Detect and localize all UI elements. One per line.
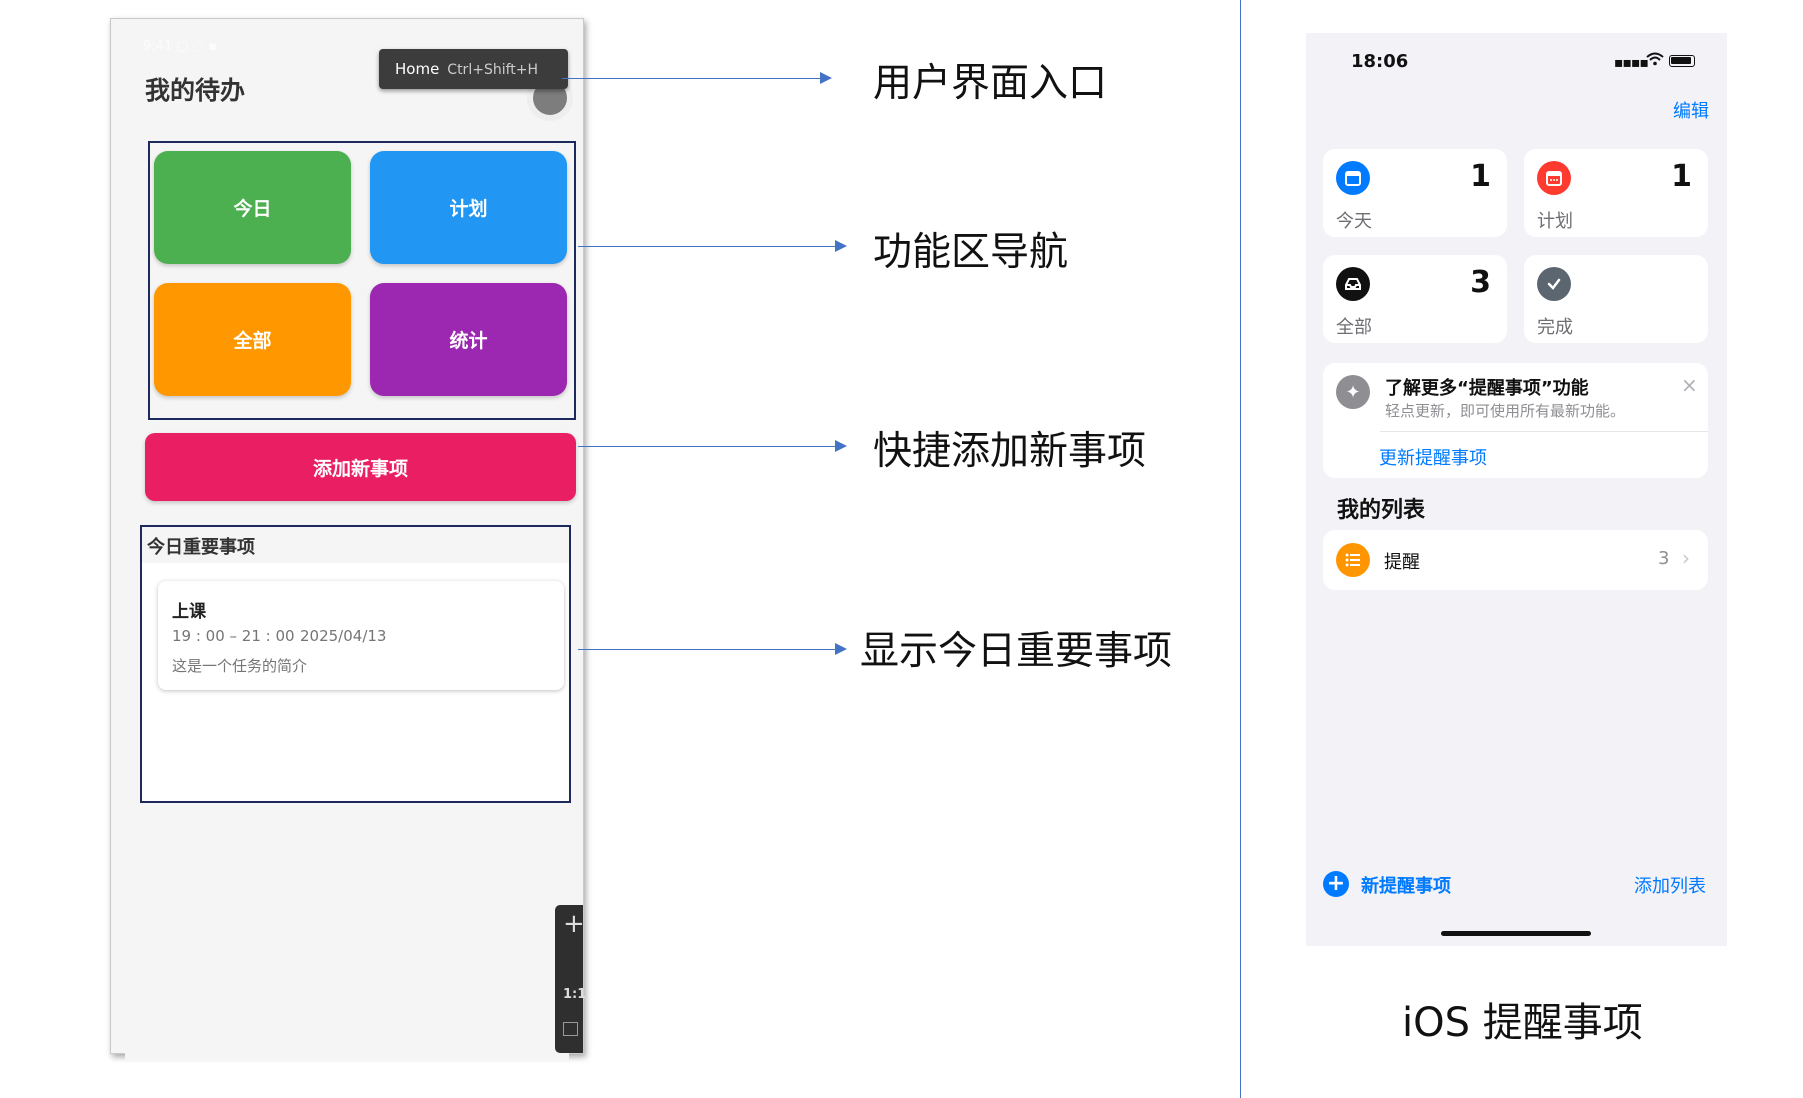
- feature-tip-card: ✦ 了解更多“提醒事项”功能 轻点更新，即可使用所有最新功能。 × 更新提醒事项: [1323, 363, 1708, 478]
- checkmark-icon: [1537, 267, 1571, 301]
- zoom-ratio-button[interactable]: 1:1: [563, 987, 586, 1002]
- task-name: 上课: [172, 602, 206, 622]
- signal-icon: ▪▪▪▪: [1614, 55, 1649, 71]
- status-bar: 9:41 ▢ ◌ ▪: [143, 39, 218, 54]
- plus-circle-icon[interactable]: +: [1323, 871, 1349, 897]
- edit-button[interactable]: 编辑: [1673, 97, 1709, 123]
- task-card[interactable]: 上课 19 : 00 – 21 : 00 2025/04/13 这是一个任务的简…: [158, 581, 564, 690]
- nav-stats-button[interactable]: 统计: [370, 283, 567, 396]
- home-indicator: [1441, 931, 1591, 936]
- section-title: 今日重要事项: [147, 537, 255, 558]
- annotation-nav: 功能区导航: [873, 230, 1069, 275]
- calendar-icon: [1336, 161, 1370, 195]
- update-reminders-link[interactable]: 更新提醒事项: [1379, 444, 1487, 470]
- smart-list-today[interactable]: 1 今天: [1323, 149, 1507, 237]
- status-time: 18:06: [1351, 51, 1409, 72]
- calendar-grid-icon: [1537, 161, 1571, 195]
- divider: [1380, 431, 1708, 432]
- tooltip-shortcut: Ctrl+Shift+H: [447, 62, 539, 78]
- nav-all-button[interactable]: 全部: [154, 283, 351, 396]
- add-list-button[interactable]: 添加列表: [1634, 872, 1706, 898]
- fit-screen-icon[interactable]: [563, 1022, 578, 1036]
- divider: [1240, 0, 1241, 1098]
- tip-title: 了解更多“提醒事项”功能: [1385, 378, 1589, 399]
- today-important-section: 今日重要事项 上课 19 : 00 – 21 : 00 2025/04/13 这…: [140, 525, 571, 803]
- annotation-arrow-line: [578, 246, 835, 247]
- nav-plan-button[interactable]: 计划: [370, 151, 567, 264]
- close-icon[interactable]: ×: [1681, 373, 1698, 397]
- zoom-control: + 1:1: [555, 905, 586, 1053]
- add-item-button[interactable]: 添加新事项: [145, 433, 576, 501]
- nav-today-button[interactable]: 今日: [154, 151, 351, 264]
- tooltip-label: Home: [395, 60, 440, 78]
- chevron-right-icon: ›: [1682, 546, 1690, 570]
- app-screen: 9:41 ▢ ◌ ▪ 我的待办 Home Ctrl+Shift+H 今日 计划 全…: [125, 35, 586, 1061]
- tray-icon: [1336, 267, 1370, 301]
- smart-list-done[interactable]: 完成: [1524, 255, 1708, 343]
- label: 全部: [1336, 317, 1372, 338]
- smart-list-all[interactable]: 3 全部: [1323, 255, 1507, 343]
- task-description: 这是一个任务的简介: [172, 657, 308, 675]
- list-item[interactable]: 提醒 3 ›: [1323, 530, 1708, 590]
- smart-list-plan[interactable]: 1 计划: [1524, 149, 1708, 237]
- arrow-head-icon: [835, 643, 847, 655]
- new-reminder-button[interactable]: 新提醒事项: [1361, 872, 1451, 898]
- wifi-icon: [1646, 50, 1664, 71]
- zoom-in-button[interactable]: +: [563, 909, 585, 939]
- count: 1: [1470, 159, 1491, 194]
- home-tooltip: Home Ctrl+Shift+H: [379, 49, 568, 89]
- list-name: 提醒: [1384, 552, 1420, 573]
- page-title: 我的待办: [145, 76, 246, 105]
- label: 计划: [1537, 211, 1573, 232]
- ios-caption: iOS 提醒事项: [1402, 1000, 1643, 1046]
- label: 完成: [1537, 317, 1573, 338]
- ios-reminders-screen: 18:06 ▪▪▪▪ 编辑 1 今天 1 计划 3 全部 完成 ✦ 了解更多“提…: [1306, 33, 1727, 946]
- list-bullet-icon: [1336, 543, 1370, 577]
- app-window: 9:41 ▢ ◌ ▪ 我的待办 Home Ctrl+Shift+H 今日 计划 全…: [110, 18, 586, 1061]
- my-lists-title: 我的列表: [1337, 498, 1426, 523]
- annotation-arrow-line: [578, 649, 835, 650]
- annotation-quick-add: 快捷添加新事项: [873, 429, 1147, 474]
- count: 1: [1671, 159, 1692, 194]
- annotation-ui-entry: 用户界面入口: [873, 61, 1108, 106]
- section-header: 今日重要事项: [142, 527, 569, 563]
- arrow-head-icon: [820, 72, 832, 84]
- count: 3: [1470, 265, 1491, 300]
- task-date: 2025/04/13: [300, 627, 387, 645]
- annotation-today-items: 显示今日重要事项: [860, 629, 1173, 674]
- arrow-head-icon: [835, 440, 847, 452]
- battery-icon: [1669, 55, 1695, 67]
- sparkle-icon: ✦: [1336, 375, 1370, 409]
- tip-subtitle: 轻点更新，即可使用所有最新功能。: [1385, 402, 1626, 420]
- arrow-head-icon: [835, 240, 847, 252]
- annotation-arrow-line: [562, 78, 820, 79]
- task-time: 19 : 00 – 21 : 00: [172, 627, 295, 645]
- annotation-arrow-line: [578, 446, 835, 447]
- list-count: 3: [1658, 548, 1670, 569]
- label: 今天: [1336, 211, 1372, 232]
